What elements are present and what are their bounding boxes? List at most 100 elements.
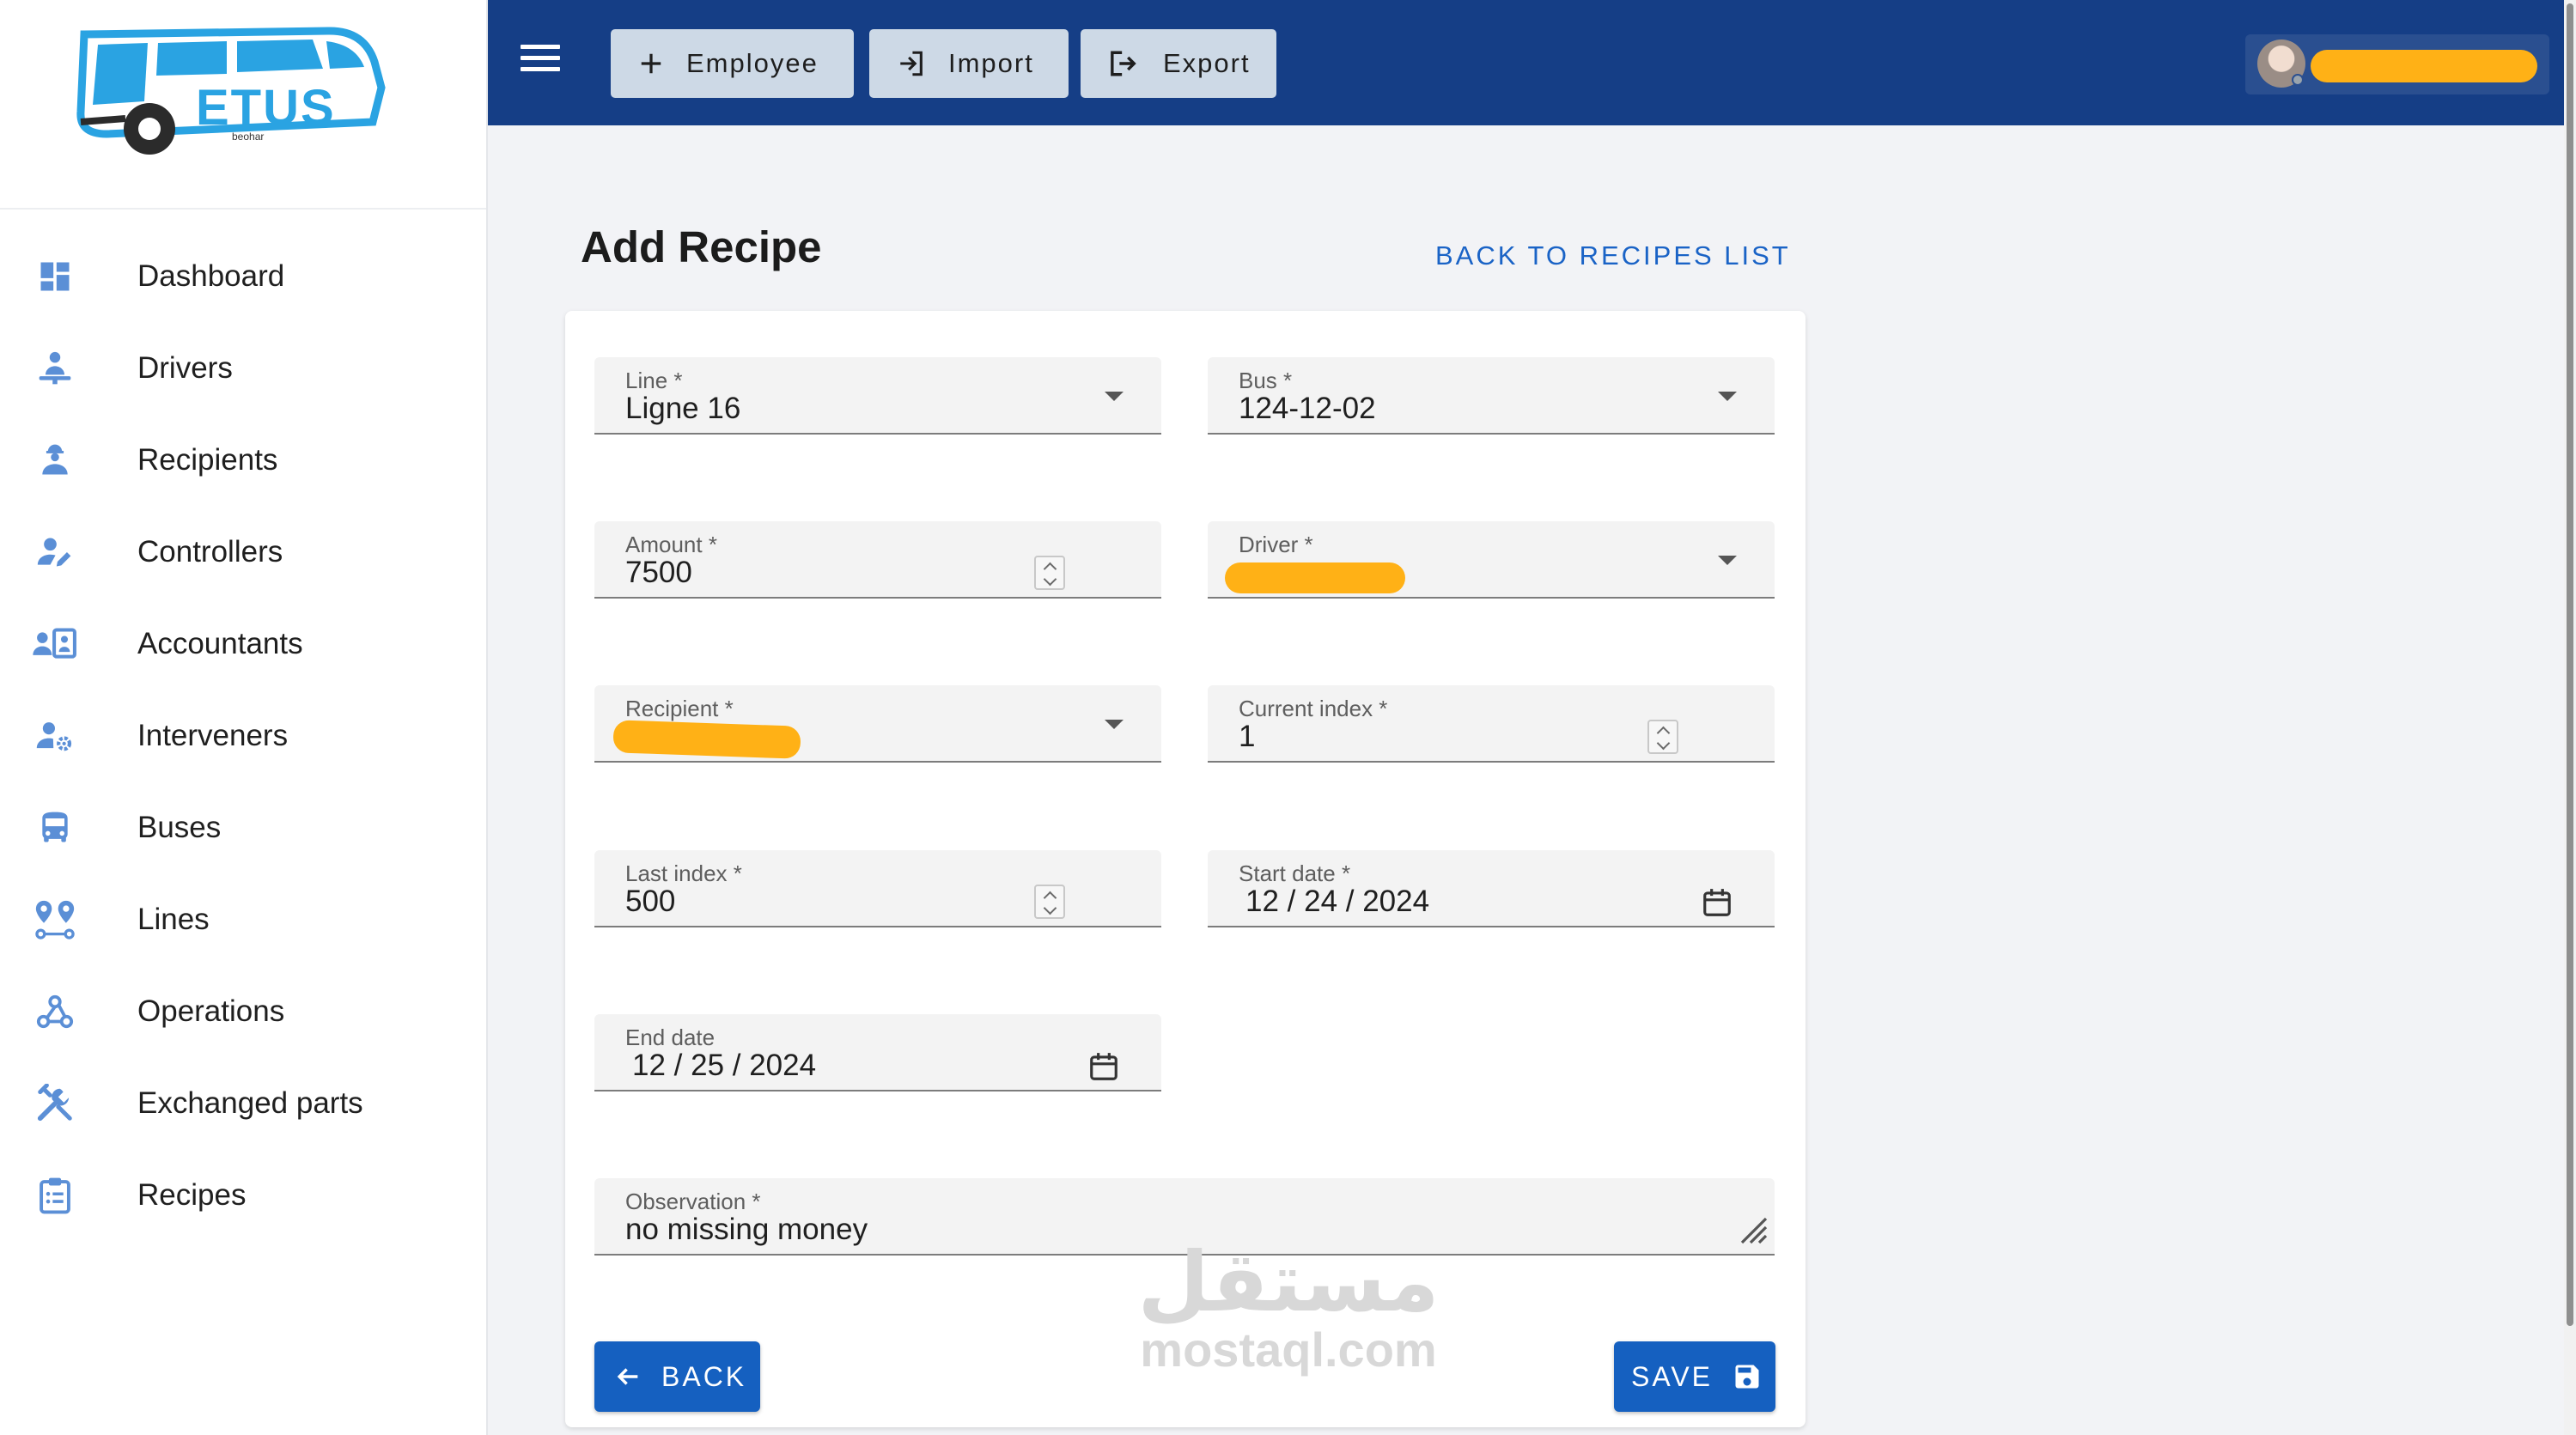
end-date-input[interactable]: End date 12 / 25 / 2024 bbox=[594, 1014, 1161, 1091]
logout-export-icon bbox=[1108, 49, 1141, 78]
amount-value: 7500 bbox=[625, 556, 692, 589]
person-gear-icon bbox=[24, 712, 86, 760]
sidebar-item-label: Dashboard bbox=[137, 258, 285, 293]
observation-label: Observation * bbox=[625, 1189, 761, 1214]
back-button-label: BACK bbox=[661, 1360, 747, 1392]
sidebar-nav: Dashboard Drivers Recipients Controllers… bbox=[0, 210, 486, 1241]
recipient-select[interactable]: Recipient * bbox=[594, 685, 1161, 763]
sidebar-item-label: Controllers bbox=[137, 534, 283, 569]
import-label: Import bbox=[948, 48, 1034, 78]
last-index-value: 500 bbox=[625, 885, 676, 918]
last-index-label: Last index * bbox=[625, 860, 742, 886]
recipient-value-redacted bbox=[612, 720, 801, 759]
add-employee-label: Employee bbox=[686, 48, 819, 78]
export-label: Export bbox=[1163, 48, 1251, 78]
sidebar-item-label: Exchanged parts bbox=[137, 1085, 363, 1120]
driver-value-redacted bbox=[1225, 562, 1405, 593]
bus-icon bbox=[24, 804, 86, 852]
amount-label: Amount * bbox=[625, 532, 717, 557]
driver-label: Driver * bbox=[1239, 532, 1313, 557]
dropdown-arrow-icon bbox=[1105, 720, 1124, 729]
end-date-value: 12 / 25 / 2024 bbox=[632, 1049, 817, 1082]
page-scrollbar[interactable] bbox=[2564, 0, 2576, 1435]
recipient-label: Recipient * bbox=[625, 696, 734, 721]
dropdown-arrow-icon bbox=[1718, 556, 1737, 565]
logo[interactable]: ETUS beohar bbox=[0, 0, 486, 210]
login-import-icon bbox=[897, 49, 926, 78]
webhook-icon bbox=[24, 988, 86, 1036]
sidebar-item-dashboard[interactable]: Dashboard bbox=[0, 230, 486, 322]
import-button[interactable]: Import bbox=[869, 29, 1069, 98]
amount-input[interactable]: Amount * 7500 bbox=[594, 521, 1161, 599]
route-pins-icon bbox=[24, 896, 86, 944]
sidebar-item-label: Buses bbox=[137, 810, 222, 844]
current-index-value: 1 bbox=[1239, 720, 1256, 753]
floppy-save-icon bbox=[1732, 1361, 1763, 1392]
bus-select[interactable]: Bus * 124-12-02 bbox=[1208, 357, 1775, 435]
number-stepper-icon[interactable] bbox=[1034, 885, 1065, 919]
sidebar: ETUS beohar Dashboard Drivers Recipients bbox=[0, 0, 488, 1435]
start-date-value: 12 / 24 / 2024 bbox=[1245, 885, 1430, 918]
sidebar-item-label: Lines bbox=[137, 902, 210, 936]
contact-card-icon bbox=[24, 620, 86, 668]
driver-person-icon bbox=[24, 344, 86, 392]
export-button[interactable]: Export bbox=[1081, 29, 1276, 98]
page-title: Add Recipe bbox=[581, 222, 822, 271]
save-button-label: SAVE bbox=[1631, 1360, 1713, 1392]
sidebar-item-accountants[interactable]: Accountants bbox=[0, 598, 486, 690]
number-stepper-icon[interactable] bbox=[1647, 720, 1678, 754]
sidebar-item-label: Recipients bbox=[137, 442, 278, 477]
dropdown-arrow-icon bbox=[1105, 392, 1124, 401]
user-menu[interactable] bbox=[2245, 34, 2549, 94]
sidebar-item-label: Accountants bbox=[137, 626, 303, 660]
bus-value: 124-12-02 bbox=[1239, 392, 1376, 425]
bus-label: Bus * bbox=[1239, 368, 1293, 393]
sidebar-item-label: Recipes bbox=[137, 1177, 247, 1212]
menu-icon[interactable] bbox=[521, 45, 560, 79]
start-date-label: Start date * bbox=[1239, 860, 1351, 886]
sidebar-item-operations[interactable]: Operations bbox=[0, 965, 486, 1057]
sidebar-item-drivers[interactable]: Drivers bbox=[0, 322, 486, 414]
resize-handle-icon[interactable] bbox=[1735, 1212, 1769, 1250]
clipboard-list-icon bbox=[24, 1171, 86, 1219]
top-app-bar: Employee Import Export bbox=[488, 0, 2576, 125]
driver-select[interactable]: Driver * bbox=[1208, 521, 1775, 599]
add-employee-button[interactable]: Employee bbox=[611, 29, 854, 98]
sidebar-item-label: Interveners bbox=[137, 718, 289, 752]
person-edit-icon bbox=[24, 528, 86, 576]
last-index-input[interactable]: Last index * 500 bbox=[594, 850, 1161, 927]
sidebar-item-lines[interactable]: Lines bbox=[0, 873, 486, 965]
sidebar-item-recipients[interactable]: Recipients bbox=[0, 414, 486, 506]
calendar-icon[interactable] bbox=[1701, 886, 1733, 923]
logo-tagline: beohar bbox=[232, 131, 265, 143]
status-dot bbox=[2292, 74, 2304, 86]
number-stepper-icon[interactable] bbox=[1034, 556, 1065, 590]
sidebar-item-buses[interactable]: Buses bbox=[0, 781, 486, 873]
plus-icon bbox=[638, 51, 664, 76]
sidebar-item-exchanged-parts[interactable]: Exchanged parts bbox=[0, 1057, 486, 1149]
back-button[interactable]: BACK bbox=[594, 1341, 760, 1412]
sidebar-item-label: Operations bbox=[137, 994, 285, 1028]
sidebar-item-label: Drivers bbox=[137, 350, 233, 385]
calendar-icon[interactable] bbox=[1087, 1050, 1120, 1087]
user-name-redacted bbox=[2311, 50, 2537, 82]
line-label: Line * bbox=[625, 368, 683, 393]
back-to-recipes-link[interactable]: BACK TO RECIPES LIST bbox=[1435, 240, 1791, 271]
line-value: Ligne 16 bbox=[625, 392, 741, 425]
save-button[interactable]: SAVE bbox=[1614, 1341, 1775, 1412]
current-index-input[interactable]: Current index * 1 bbox=[1208, 685, 1775, 763]
line-select[interactable]: Line * Ligne 16 bbox=[594, 357, 1161, 435]
logo-brand: ETUS bbox=[196, 80, 336, 136]
sidebar-item-recipes[interactable]: Recipes bbox=[0, 1149, 486, 1241]
start-date-input[interactable]: Start date * 12 / 24 / 2024 bbox=[1208, 850, 1775, 927]
observation-textarea[interactable]: Observation * no missing money bbox=[594, 1178, 1775, 1256]
sidebar-item-interveners[interactable]: Interveners bbox=[0, 690, 486, 781]
observation-value: no missing money bbox=[625, 1213, 868, 1246]
sidebar-item-controllers[interactable]: Controllers bbox=[0, 506, 486, 598]
end-date-label: End date bbox=[625, 1025, 716, 1050]
current-index-label: Current index * bbox=[1239, 696, 1388, 721]
dropdown-arrow-icon bbox=[1718, 392, 1737, 401]
scrollbar-thumb[interactable] bbox=[2567, 3, 2573, 1326]
worker-person-icon bbox=[24, 436, 86, 484]
tools-icon bbox=[24, 1079, 86, 1128]
